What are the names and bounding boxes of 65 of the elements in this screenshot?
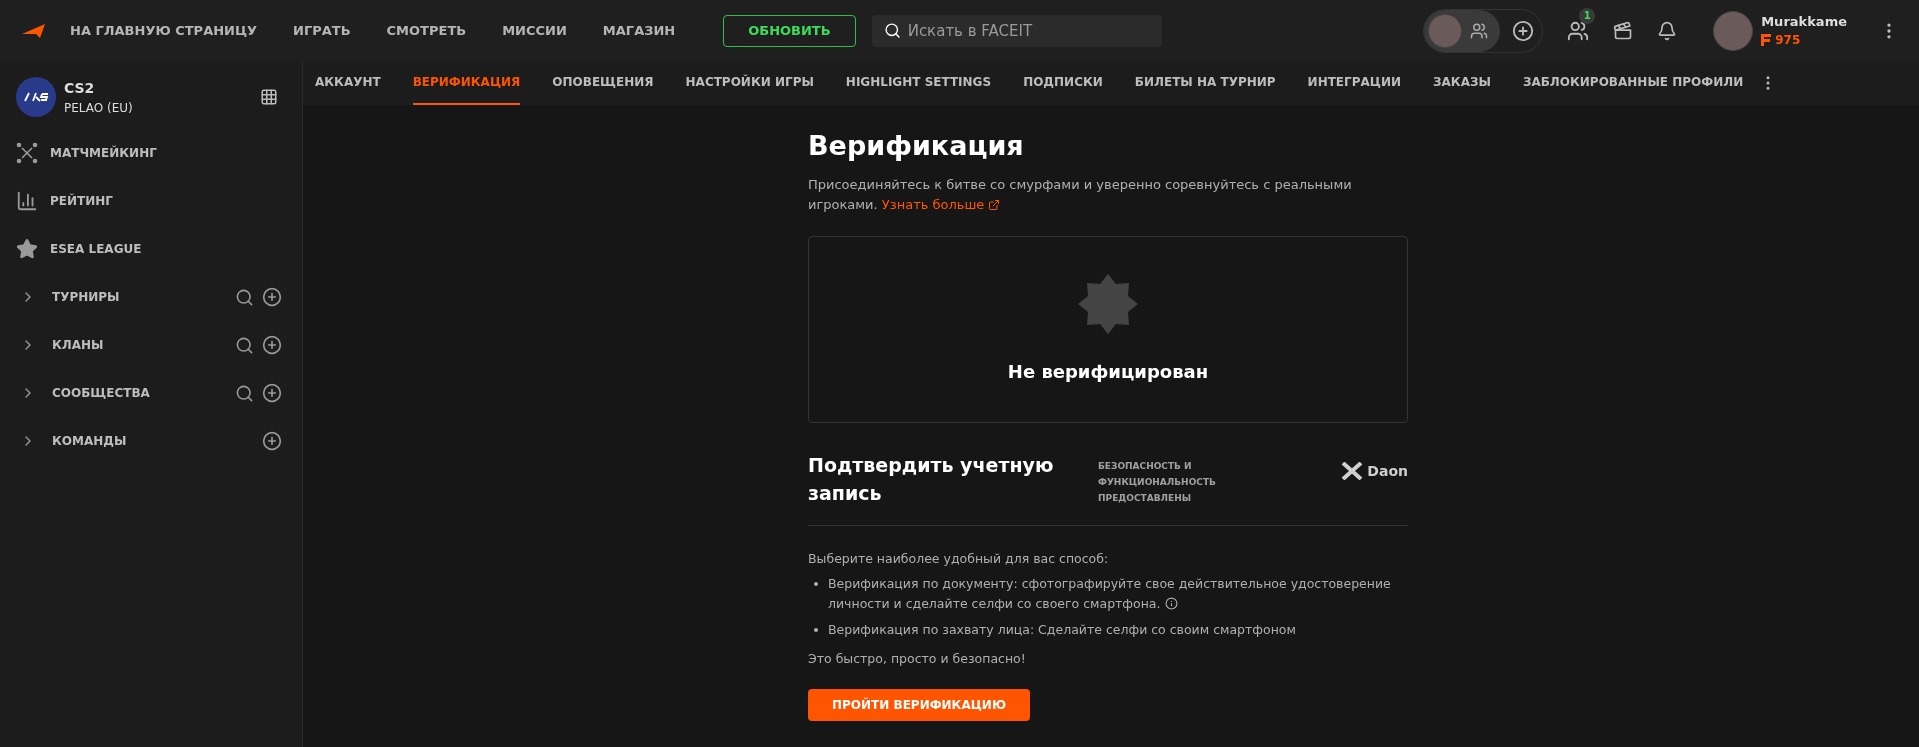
- sidebar-item[interactable]: МАТЧМЕЙКИНГ: [0, 129, 302, 177]
- intro-text: Выберите наиболее удобный для вас способ:: [808, 549, 1110, 568]
- cross-icon: [1341, 462, 1364, 480]
- add-icon[interactable]: [262, 287, 282, 307]
- sidebar-group[interactable]: КОМАНДЫ: [0, 417, 302, 465]
- description: Присоединяйтесь к битве со смурфами и уверенно соревнуйтесь с реальными игроками. Узнать больше: [808, 174, 1368, 215]
- method-text: Верификация по захвату лица: Сделайте селфи со своим смартфоном: [828, 621, 1296, 640]
- party-button[interactable]: [1424, 9, 1501, 52]
- search-field[interactable]: Искать в FACEIT: [871, 14, 1162, 47]
- sidebar-item[interactable]: РЕЙТИНГ: [0, 177, 302, 225]
- search-icon[interactable]: [235, 287, 254, 307]
- tab[interactable]: ОПОВЕЩЕНИЯ: [552, 61, 654, 105]
- sidebar-group[interactable]: ТУРНИРЫ: [0, 273, 302, 321]
- provider-logo: Daon: [1367, 461, 1408, 481]
- sidebar-group[interactable]: КЛАНЫ: [0, 321, 302, 369]
- podium-icon: [16, 190, 38, 212]
- tab[interactable]: ПОДПИСКИ: [1023, 61, 1103, 105]
- tab[interactable]: ИНТЕГРАЦИИ: [1307, 61, 1401, 105]
- tab[interactable]: ЗАБЛОКИРОВАННЫЕ ПРОФИЛИ: [1522, 61, 1744, 105]
- apps-icon[interactable]: [260, 88, 278, 106]
- nav-link[interactable]: ИГРАТЬ: [293, 20, 351, 41]
- tab[interactable]: БИЛЕТЫ НА ТУРНИР: [1134, 61, 1276, 105]
- star-icon: [16, 238, 38, 260]
- page-title: Верификация: [808, 129, 1025, 163]
- tab[interactable]: АККАУНТ: [315, 61, 381, 105]
- friends-icon[interactable]: [1567, 19, 1590, 42]
- nav-link[interactable]: СМОТРЕТЬ: [386, 20, 467, 41]
- sidebar-group[interactable]: СООБЩЕСТВА: [0, 369, 302, 417]
- tab[interactable]: HIGHLIGHT SETTINGS: [845, 61, 992, 105]
- add-icon[interactable]: [262, 431, 282, 451]
- friends-badge: 1: [1579, 7, 1596, 24]
- search-icon[interactable]: [235, 383, 254, 403]
- external-link-icon: [988, 198, 1001, 211]
- game-logo-icon: [23, 92, 49, 102]
- logo-icon: [20, 22, 46, 39]
- nav-link[interactable]: НА ГЛАВНУЮ СТРАНИЦУ: [70, 20, 258, 41]
- method-text: Верификация по документу: сфотографируйте свое действительное удостоверение личности и сделайте селфи со своего смартфона.: [828, 575, 1392, 614]
- nav-link[interactable]: МАГАЗИН: [602, 20, 676, 41]
- nav-link[interactable]: МИССИИ: [502, 20, 567, 41]
- video-icon[interactable]: [1613, 20, 1634, 41]
- add-icon[interactable]: [262, 335, 282, 355]
- sidebar-item[interactable]: ESEA LEAGUE: [0, 225, 302, 273]
- provider-note: БЕЗОПАСНОСТЬ И ФУНКЦИОНАЛЬНОСТЬ ПРЕДОСТАВЛЕНЫ: [1098, 459, 1217, 505]
- outro-text: Это быстро, просто и безопасно!: [808, 650, 1027, 669]
- username[interactable]: Murakkame: [1761, 11, 1847, 32]
- status-label: Не верифицирован: [1007, 359, 1209, 384]
- upgrade-button[interactable]: ОБНОВИТЬ: [723, 14, 856, 47]
- crossed-dots-icon: [16, 142, 38, 164]
- game-region: PELAO (EU): [64, 99, 133, 117]
- learn-more-link[interactable]: Узнать больше: [881, 194, 1001, 215]
- add-icon[interactable]: [1512, 19, 1535, 42]
- points-value: 975: [1775, 32, 1801, 50]
- party-icon: [1470, 21, 1489, 40]
- tab[interactable]: ВЕРИФИКАЦИЯ: [412, 61, 521, 105]
- notifications-icon[interactable]: [1657, 20, 1678, 41]
- section-heading: Подтвердить учетную запись: [808, 452, 1055, 506]
- points-icon: [1761, 34, 1772, 47]
- tab[interactable]: ЗАКАЗЫ: [1433, 61, 1491, 105]
- search-icon[interactable]: [235, 335, 254, 355]
- tab[interactable]: НАСТРОЙКИ ИГРЫ: [685, 61, 814, 105]
- add-icon[interactable]: [262, 383, 282, 403]
- game-title: CS2: [64, 78, 96, 98]
- avatar: [1428, 13, 1463, 48]
- search-icon: [883, 21, 901, 39]
- info-icon[interactable]: [1164, 597, 1178, 611]
